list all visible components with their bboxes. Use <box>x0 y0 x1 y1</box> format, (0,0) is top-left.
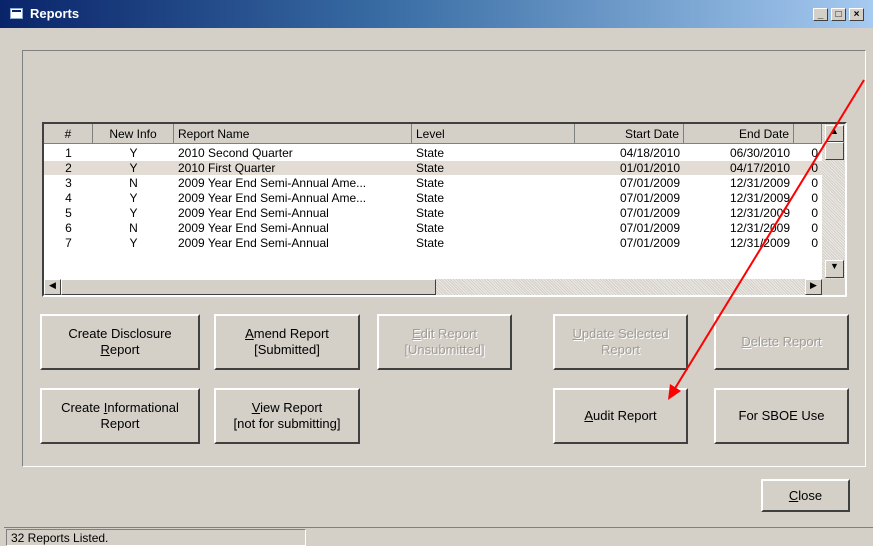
annotation-arrow-head <box>668 384 681 400</box>
reports-window: Reports _ □ × # New Info Report Name Lev… <box>0 0 873 546</box>
annotation-arrow-line <box>673 79 865 391</box>
annotation-arrow <box>668 79 865 400</box>
